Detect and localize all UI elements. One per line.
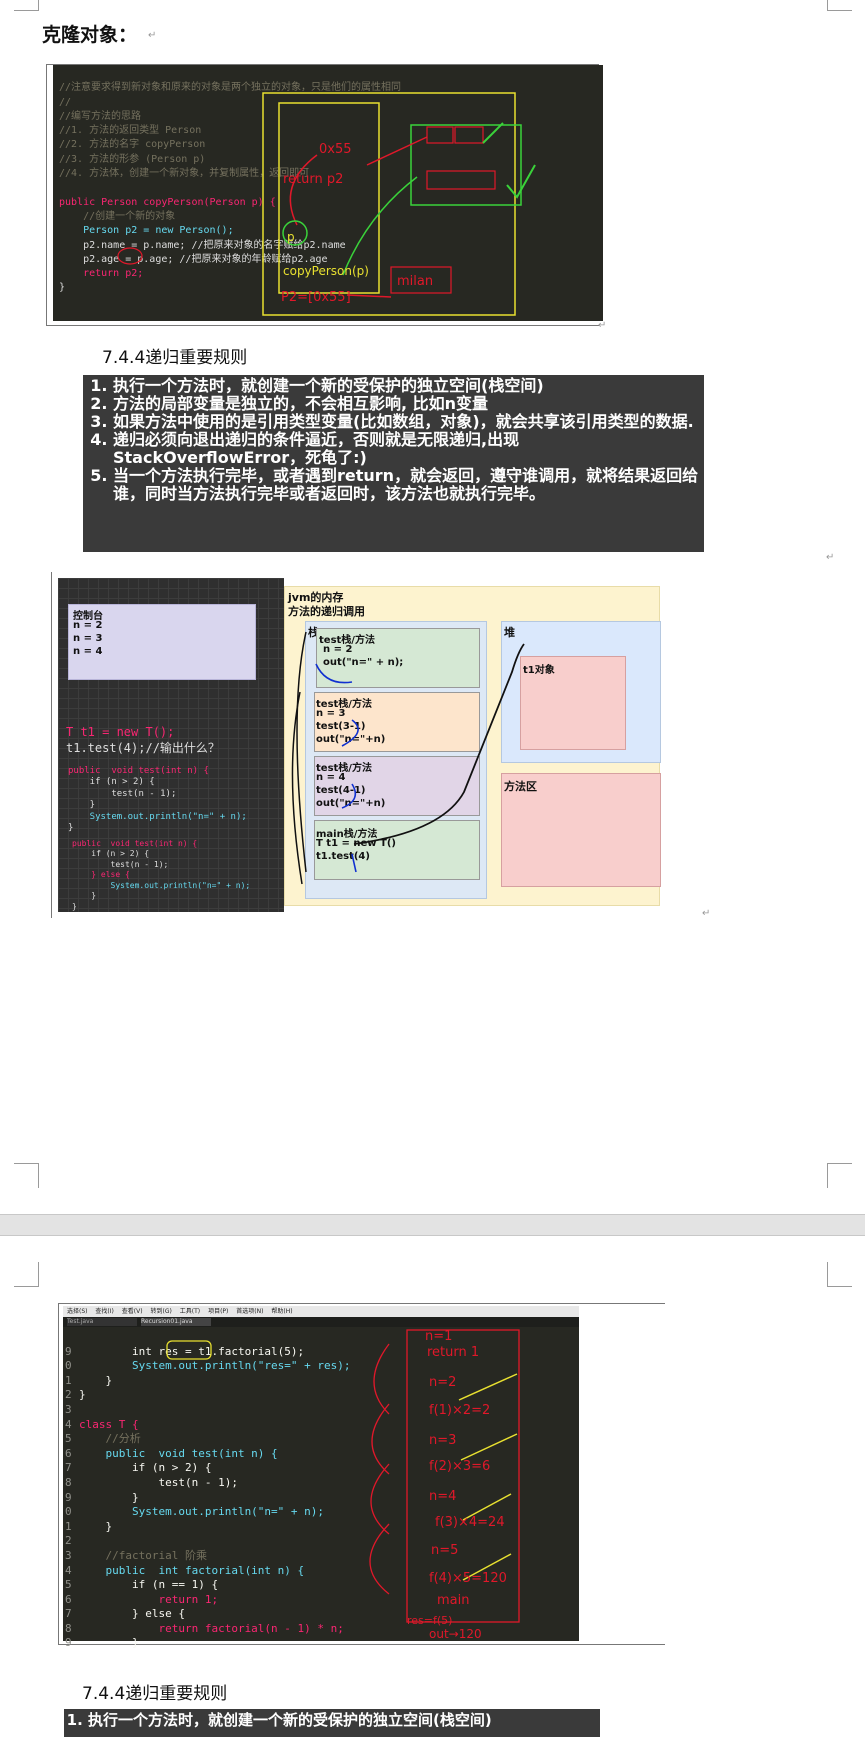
note-line: main (437, 1593, 469, 1608)
section-title-recursion-rules-2: 7.4.4递归重要规则 (82, 1684, 228, 1704)
recursion-rules-panel-2: 执行一个方法时，就创建一个新的受保护的独立空间(栈空间) (64, 1709, 600, 1737)
handwritten-annotations: 0x55 return p2 p copyPerson(p) P2=[0x55]… (117, 92, 536, 316)
annotation-p2: P2=[0x55] (281, 290, 351, 305)
recursion-rules-panel: 执行一个方法时，就创建一个新的受保护的独立空间(栈空间) 方法的局部变量是独立的… (83, 375, 704, 552)
note-line: f(2)×3=6 (429, 1459, 490, 1474)
paragraph-mark: ↵ (148, 30, 157, 41)
annotation-p: p (287, 230, 295, 244)
note-line: n=2 (429, 1375, 456, 1390)
factorial-handwritten-notes: n=1 return 1 n=2 f(1)×2=2 n=3 f(2)×3=6 n… (166, 1329, 520, 1641)
page-corner-mark (14, 0, 39, 11)
rule-item: 执行一个方法时，就创建一个新的受保护的独立空间(栈空间) (88, 1711, 600, 1729)
recursion-rules-list: 执行一个方法时，就创建一个新的受保护的独立空间(栈空间) 方法的局部变量是独立的… (83, 377, 704, 503)
annotation-return-p2: return p2 (283, 172, 343, 187)
recursion-memory-diagram: 控制台 n = 2 n = 3 n = 4 T t1 = new T(); t1… (51, 572, 661, 918)
note-line: n=3 (429, 1433, 456, 1448)
paragraph-mark: ↵ (598, 320, 607, 331)
section-title-recursion-rules: 7.4.4递归重要规则 (102, 348, 248, 368)
diagram-arrows (291, 631, 525, 885)
note-line: out→120 (429, 1627, 482, 1641)
rule-item: 当一个方法执行完毕，或者遇到return，就会返回，遵守谁调用，就将结果返回给谁… (113, 467, 704, 503)
note-line: f(1)×2=2 (429, 1403, 490, 1418)
paragraph-mark: ↵ (702, 908, 711, 919)
clone-code-image: //注意要求得到新对象和原来的对象是两个独立的对象，只是他们的属性相同 // /… (46, 64, 603, 326)
note-line: f(4)×5=120 (429, 1571, 507, 1586)
annotation-copyperson: copyPerson(p) (283, 264, 369, 278)
note-line: return 1 (427, 1345, 479, 1360)
note-line: n=1 (425, 1329, 452, 1344)
page-corner-mark (827, 1262, 852, 1287)
recursion-rules-list-2: 执行一个方法时，就创建一个新的受保护的独立空间(栈空间) (64, 1711, 600, 1729)
note-line: n=5 (431, 1543, 458, 1558)
factorial-code-image: 选择(S) 查找(I) 查看(V) 转到(G) 工具(T) 项目(P) 首选项(… (58, 1303, 665, 1649)
paragraph-mark: ↵ (826, 552, 835, 563)
page-corner-mark (827, 1163, 852, 1188)
page-gap (0, 1214, 865, 1236)
note-line: f(3)×4=24 (435, 1515, 505, 1530)
page-corner-mark (14, 1163, 39, 1188)
page-corner-mark (827, 0, 852, 11)
clone-object-heading: 克隆对象： (42, 24, 138, 46)
rule-item: 如果方法中使用的是引用类型变量(比如数组，对象)，就会共享该引用类型的数据. (113, 413, 704, 431)
rule-item: 递归必须向退出递归的条件逼近，否则就是无限递归,出现StackOverflowE… (113, 431, 704, 467)
page-corner-mark (14, 1262, 39, 1287)
rule-item: 执行一个方法时，就创建一个新的受保护的独立空间(栈空间) (113, 377, 704, 395)
annotation-milan: milan (397, 274, 433, 289)
note-line: n=4 (429, 1489, 456, 1504)
note-line: res=f(5) (407, 1614, 452, 1627)
rule-item: 方法的局部变量是独立的，不会相互影响, 比如n变量 (113, 395, 704, 413)
annotation-0x55: 0x55 (319, 142, 352, 157)
